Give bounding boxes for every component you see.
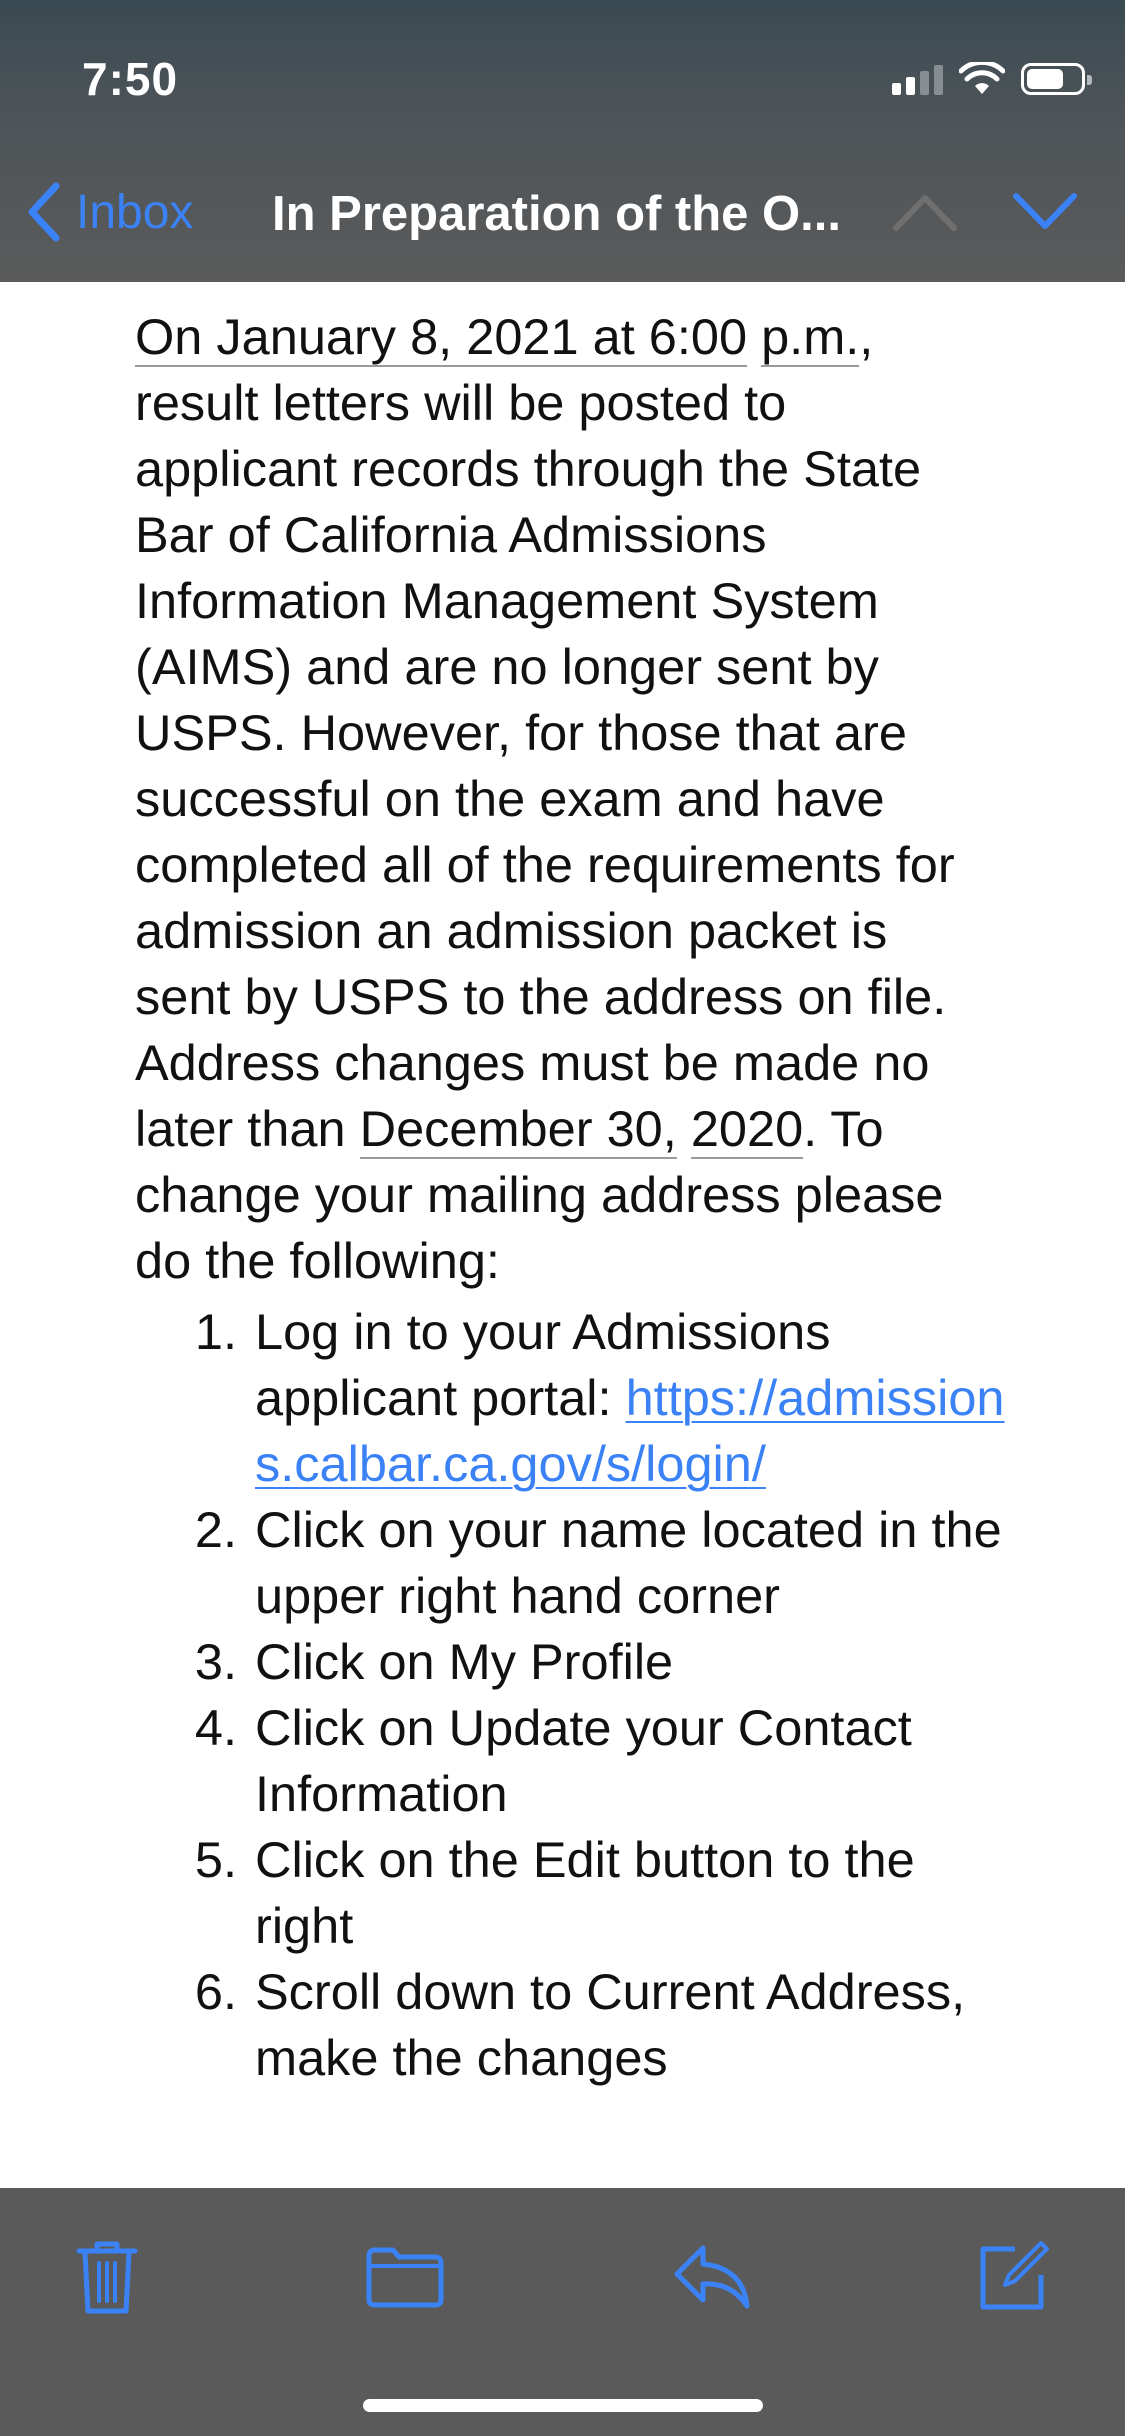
chevron-up-icon (893, 195, 957, 231)
email-paragraph: On January 8, 2021 at 6:00 p.m., result … (135, 304, 995, 1294)
chevron-left-icon (28, 182, 60, 242)
list-item-text: Click on your name located in the upper … (255, 1501, 1002, 1624)
list-number: 6. (194, 1963, 237, 2020)
list-number: 1. (194, 1303, 237, 1360)
email-body[interactable]: On January 8, 2021 at 6:00 p.m., result … (0, 282, 1125, 2188)
paragraph-text: , result letters will be posted to appli… (135, 308, 955, 1157)
email-subject-title: In Preparation of the O... (272, 187, 842, 241)
list-item: 3. Click on My Profile (135, 1629, 1015, 1695)
time-link[interactable]: p.m. (761, 308, 860, 367)
list-item: 2. Click on your name located in the upp… (135, 1497, 1015, 1629)
cellular-signal-icon (892, 63, 943, 95)
list-number: 2. (194, 1501, 237, 1558)
chevron-down-icon (1013, 193, 1077, 229)
bottom-toolbar (0, 2188, 1125, 2436)
list-item: 1. Log in to your Admissions applicant p… (135, 1299, 1015, 1497)
list-item-text: Click on the Edit button to the right (255, 1831, 915, 1954)
list-item-text: Click on Update your Contact Information (255, 1699, 912, 1822)
folder-icon (366, 2247, 444, 2308)
list-number: 4. (194, 1699, 237, 1756)
compose-icon (980, 2241, 1049, 2310)
list-item-text: Scroll down to Current Address, make the… (255, 1963, 966, 2086)
reply-button[interactable] (668, 2232, 758, 2322)
home-indicator[interactable] (363, 2399, 763, 2412)
list-item: 6. Scroll down to Current Address, make … (135, 1959, 1015, 2091)
previous-message-button[interactable] (890, 190, 960, 239)
next-message-button[interactable] (1010, 190, 1080, 239)
trash-icon (76, 2241, 138, 2314)
list-item: 4. Click on Update your Contact Informat… (135, 1695, 1015, 1827)
date-link[interactable]: On January 8, 2021 at 6:00 (135, 308, 748, 367)
status-icons (892, 62, 1092, 96)
list-number: 5. (194, 1831, 237, 1888)
move-to-folder-button[interactable] (360, 2232, 450, 2322)
instruction-list: 1. Log in to your Admissions applicant p… (135, 1299, 1015, 2091)
compose-button[interactable] (968, 2232, 1058, 2322)
back-to-inbox-button[interactable]: Inbox (24, 182, 193, 242)
battery-icon (1021, 63, 1092, 95)
back-label: Inbox (76, 185, 194, 239)
top-bar: 7:50 Inbox In Preparation of the O... (0, 0, 1125, 282)
reply-icon (674, 2245, 750, 2309)
list-item: 5. Click on the Edit button to the right (135, 1827, 1015, 1959)
status-time: 7:50 (82, 53, 179, 105)
list-number: 3. (194, 1633, 237, 1690)
deadline-date-link[interactable]: December 30, (359, 1100, 677, 1159)
delete-button[interactable] (62, 2232, 152, 2322)
list-item-text: Click on My Profile (255, 1633, 674, 1690)
deadline-year-link[interactable]: 2020 (690, 1100, 804, 1159)
battery-level (1027, 69, 1063, 89)
wifi-icon (959, 62, 1005, 94)
